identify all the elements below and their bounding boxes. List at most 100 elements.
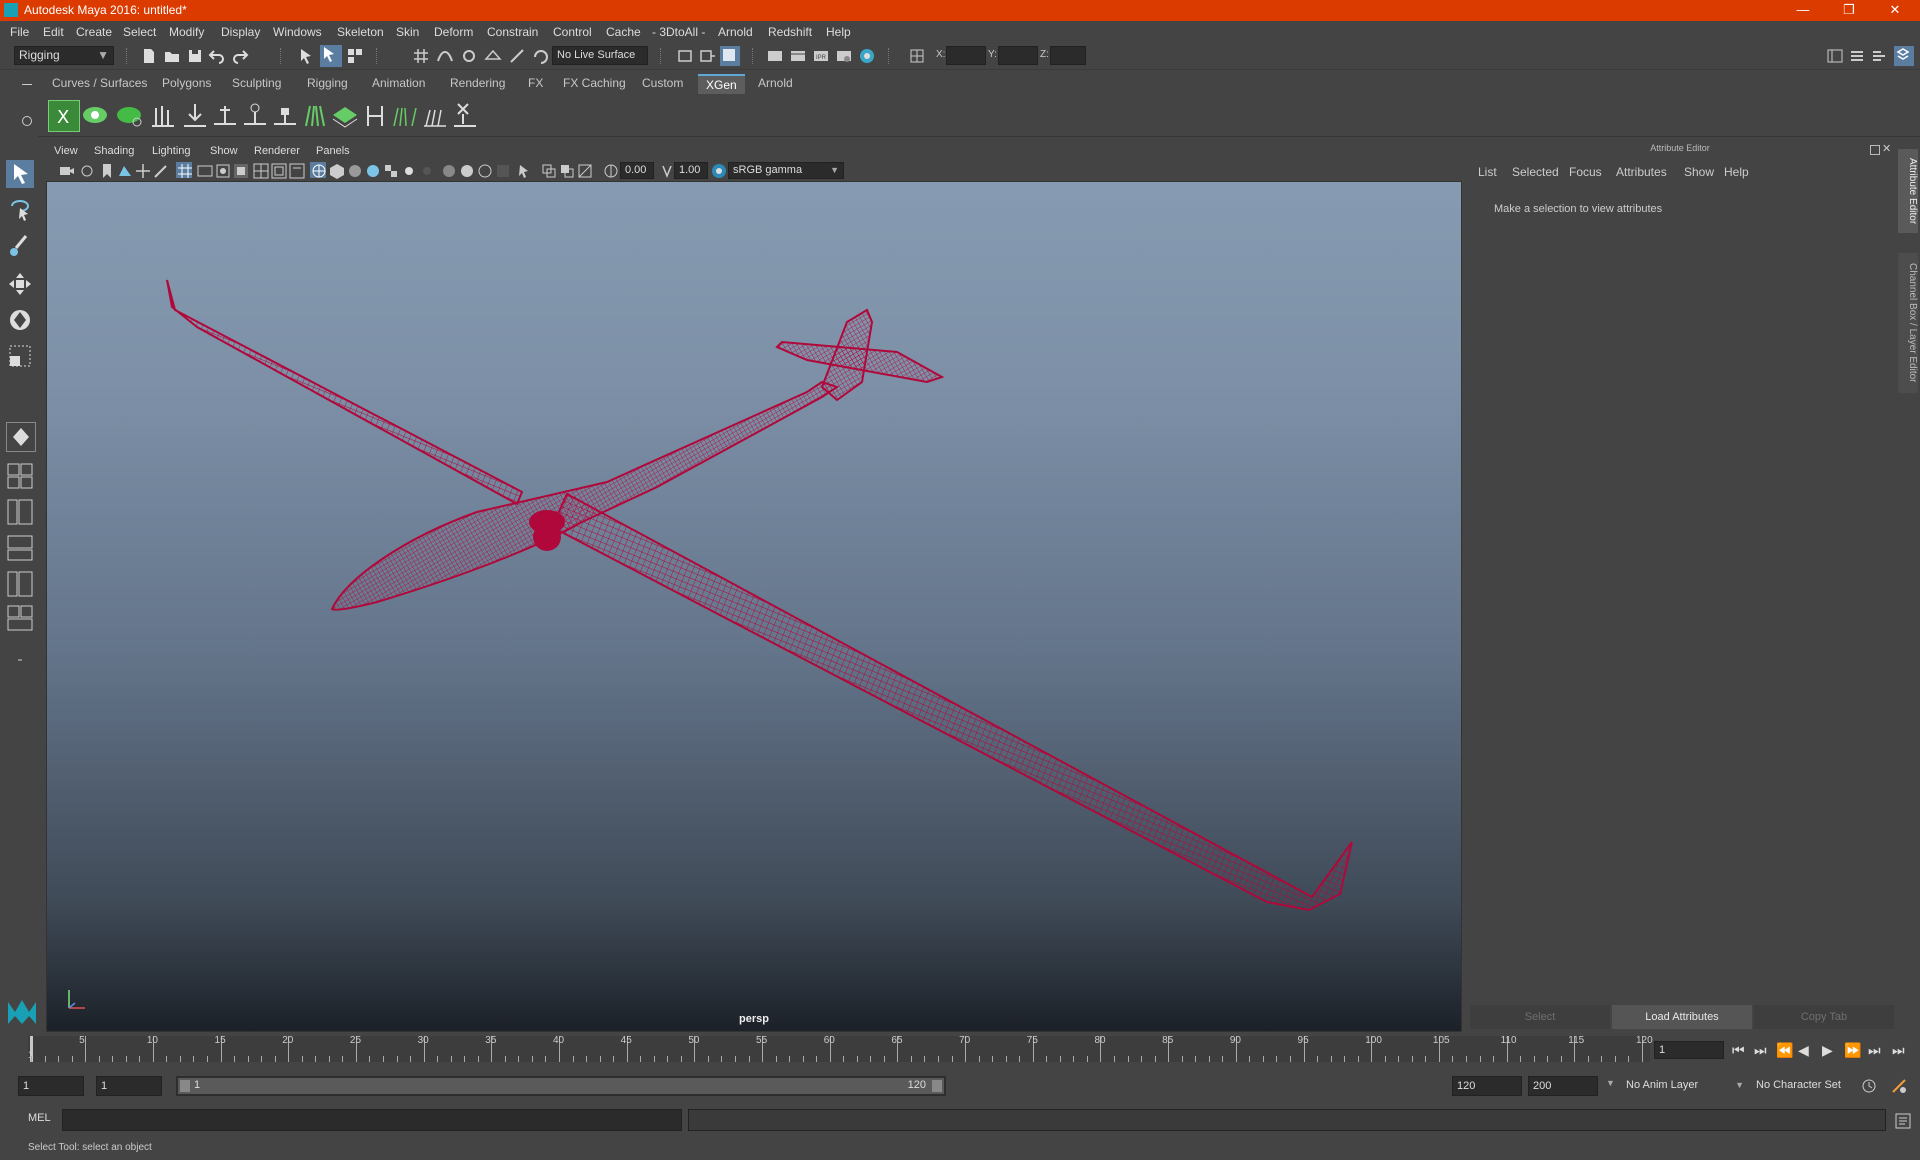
step-back-frame-icon[interactable]: ⏪ <box>1776 1042 1793 1059</box>
textured-icon[interactable] <box>382 162 398 178</box>
xgen-comb-icon[interactable] <box>420 100 450 130</box>
select-components-icon[interactable] <box>346 47 364 65</box>
construction-history-icon[interactable] <box>720 46 740 66</box>
xgen-layer-icon[interactable] <box>330 100 360 130</box>
snap-grid-icon[interactable] <box>412 47 430 65</box>
viewport-persp[interactable]: persp <box>46 181 1462 1032</box>
menuset-dropdown[interactable]: Rigging ▼ <box>14 46 114 65</box>
xgen-lock-icon[interactable] <box>270 100 300 130</box>
menu-edit[interactable]: Edit <box>43 25 64 39</box>
menu-skeleton[interactable]: Skeleton <box>337 25 384 39</box>
xgen-sculpt-icon[interactable] <box>390 100 420 130</box>
paint-select-icon[interactable] <box>6 232 34 260</box>
2d-pan-icon[interactable] <box>134 162 150 178</box>
xgen-window-icon[interactable]: X <box>48 100 80 132</box>
shelf-settings-icon[interactable] <box>22 116 32 126</box>
isolate-select-icon[interactable] <box>516 162 532 178</box>
vp-menu-lighting[interactable]: Lighting <box>152 145 191 157</box>
rotate-tool-icon[interactable] <box>6 306 34 334</box>
range-slider-handle[interactable]: 1 120 <box>178 1078 944 1094</box>
color-management-icon[interactable] <box>710 162 726 178</box>
select-hierarchy-icon[interactable] <box>298 47 316 65</box>
anti-aliasing-icon[interactable] <box>476 162 492 178</box>
tab-arnold[interactable]: Arnold <box>750 74 801 93</box>
tab-custom[interactable]: Custom <box>634 74 692 93</box>
persp-graph-layout-icon[interactable] <box>6 534 34 562</box>
ae-menu-show[interactable]: Show <box>1684 165 1714 179</box>
exposure-icon[interactable] <box>602 162 618 178</box>
screen-space-ao-icon[interactable] <box>440 162 456 178</box>
ae-menu-help[interactable]: Help <box>1724 165 1749 179</box>
tab-fx-caching[interactable]: FX Caching <box>555 74 634 93</box>
menu-skin[interactable]: Skin <box>396 25 419 39</box>
script-editor-icon[interactable] <box>1894 1112 1911 1129</box>
playback-end-field[interactable]: 120 <box>1452 1076 1522 1096</box>
wireframe-on-shaded-icon[interactable] <box>364 162 380 178</box>
vp-menu-show[interactable]: Show <box>210 145 238 157</box>
tool-settings-toggle-icon[interactable] <box>1870 47 1888 65</box>
float-panel-icon[interactable] <box>1870 145 1880 155</box>
menu-file[interactable]: File <box>10 25 29 39</box>
xgen-select-guide-icon[interactable] <box>240 100 270 130</box>
step-back-key-icon[interactable]: ⏭ <box>1754 1042 1767 1059</box>
save-scene-icon[interactable] <box>186 47 204 65</box>
anim-layer-dropdown[interactable]: No Anim Layer ▼ <box>1622 1076 1748 1096</box>
select-objects-icon[interactable] <box>320 45 342 67</box>
animation-prefs-icon[interactable] <box>1890 1077 1906 1093</box>
gate-mask-icon[interactable] <box>232 162 248 178</box>
safe-title-icon[interactable] <box>288 162 305 179</box>
menu-select[interactable]: Select <box>123 25 156 39</box>
smooth-shade-icon[interactable] <box>328 162 344 179</box>
menu-redshift[interactable]: Redshift <box>768 25 812 39</box>
default-material-icon[interactable] <box>346 162 362 178</box>
image-plane-icon[interactable] <box>116 162 132 178</box>
vp-menu-renderer[interactable]: Renderer <box>254 145 300 157</box>
minimize-button[interactable]: — <box>1780 0 1826 21</box>
hypershade-icon[interactable] <box>858 47 876 65</box>
menu-modify[interactable]: Modify <box>169 25 204 39</box>
new-scene-icon[interactable] <box>140 47 158 65</box>
tab-attribute-editor[interactable]: Attribute Editor <box>1898 149 1918 233</box>
channel-box-toggle-icon[interactable] <box>1894 46 1914 66</box>
use-all-lights-icon[interactable] <box>400 162 416 178</box>
ae-menu-list[interactable]: List <box>1478 165 1497 179</box>
menu-3dtoall[interactable]: - 3DtoAll - <box>652 25 705 39</box>
command-input[interactable] <box>62 1109 682 1131</box>
snap-live-icon[interactable] <box>508 47 526 65</box>
camera-attributes-icon[interactable] <box>78 162 94 178</box>
menu-windows[interactable]: Windows <box>273 25 322 39</box>
xgen-clear-icon[interactable] <box>114 100 144 130</box>
script-language-label[interactable]: MEL <box>28 1112 51 1124</box>
transform-mode-icon[interactable] <box>908 47 926 65</box>
xgen-rebuild-icon[interactable] <box>360 100 390 130</box>
tab-channel-box[interactable]: Channel Box / Layer Editor <box>1898 253 1918 393</box>
attribute-editor-toggle-icon[interactable] <box>1848 47 1866 65</box>
motion-blur-icon[interactable] <box>458 162 474 178</box>
auto-key-icon[interactable] <box>1860 1077 1876 1093</box>
step-forward-frame-icon[interactable]: ⏩ <box>1844 1042 1861 1059</box>
play-forward-icon[interactable]: ▶ <box>1822 1042 1833 1059</box>
xgen-add-guide-icon[interactable] <box>148 100 178 130</box>
tab-rigging[interactable]: Rigging <box>299 74 356 93</box>
play-backward-icon[interactable]: ◀ <box>1798 1042 1809 1059</box>
vp-menu-view[interactable]: View <box>54 145 78 157</box>
menu-deform[interactable]: Deform <box>434 25 473 39</box>
end-time-field[interactable]: 200 <box>1528 1076 1598 1096</box>
open-scene-icon[interactable] <box>163 47 181 65</box>
single-perspective-layout-icon[interactable] <box>6 422 36 452</box>
y-field[interactable] <box>998 46 1038 65</box>
input-ops-icon[interactable] <box>676 47 694 65</box>
field-chart-icon[interactable] <box>252 162 269 179</box>
playback-start-field[interactable]: 1 <box>96 1076 162 1096</box>
xray-joints-icon[interactable] <box>558 162 574 178</box>
undo-icon[interactable] <box>208 47 226 65</box>
output-ops-icon[interactable] <box>698 47 716 65</box>
menu-display[interactable]: Display <box>221 25 260 39</box>
tab-animation[interactable]: Animation <box>364 74 434 93</box>
load-attributes-button[interactable]: Load Attributes <box>1612 1005 1752 1029</box>
snap-view-plane-icon[interactable] <box>484 47 502 65</box>
wireframe-icon[interactable] <box>310 162 326 178</box>
toolbox-more-icon[interactable] <box>6 646 34 674</box>
safe-action-icon[interactable] <box>270 162 287 179</box>
lasso-tool-icon[interactable] <box>6 196 34 224</box>
